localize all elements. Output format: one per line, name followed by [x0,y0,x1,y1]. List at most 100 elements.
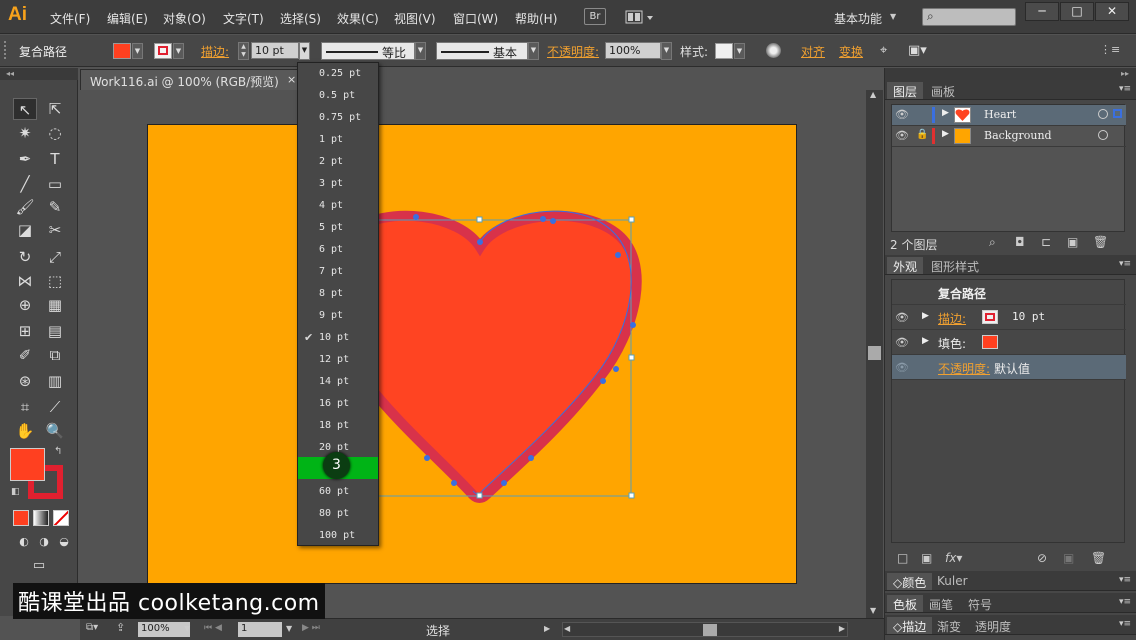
stroke-option[interactable]: 14 pt [298,371,378,393]
line-tool-icon[interactable]: ╱ [13,173,37,195]
expand-arrow-icon[interactable]: ▶ [942,129,949,139]
hand-tool-icon[interactable]: ✋ [13,420,37,442]
magic-wand-tool-icon[interactable]: ✷ [13,122,37,144]
stroke-option[interactable]: 18 pt [298,415,378,437]
opacity-dropdown[interactable]: ▼ [661,42,672,60]
visibility-eye-icon[interactable]: 👁 [895,311,909,324]
graph-tool-icon[interactable]: ▥ [43,370,67,392]
tab-layers[interactable]: 图层 [887,82,924,99]
selection-indicator[interactable] [1113,109,1122,118]
stroke-option[interactable]: 4 pt [298,195,378,217]
stroke-option-highlighted[interactable]: 3 [298,452,378,479]
heart-artwork[interactable] [148,125,798,585]
draw-inside-icon[interactable]: ◒ [52,531,76,553]
tab-appearance[interactable]: 外观 [887,257,924,274]
stroke-weight-dropdown[interactable]: ▼ [299,42,310,60]
artboard-number-field[interactable]: 1 [238,622,282,637]
color-panel-menu-icon[interactable]: ▾≡ [1119,575,1131,585]
stroke-option[interactable]: 2 pt [298,151,378,173]
fill-swatch[interactable] [982,335,998,349]
tab-brushes[interactable]: 画笔 [923,595,959,612]
close-tab-icon[interactable]: × [287,73,296,86]
zoom-field[interactable]: 100% [138,622,190,637]
tab-swatches[interactable]: 色板 [887,595,924,612]
menu-view[interactable]: 视图(V) [394,10,436,27]
layers-panel-menu-icon[interactable]: ▾≡ [1119,84,1131,94]
menu-select[interactable]: 选择(S) [280,10,321,27]
default-colors-icon[interactable]: ◧ [11,487,20,497]
gradient-mode-button[interactable] [33,510,49,526]
menu-object[interactable]: 对象(O) [163,10,206,27]
lasso-tool-icon[interactable]: ◌ [43,122,67,144]
type-tool-icon[interactable]: T [43,148,67,170]
minimize-button[interactable]: ─ [1025,2,1059,21]
arrange-icon[interactable]: ▣▾ [908,43,927,58]
visibility-eye-icon[interactable]: 👁 [895,336,909,349]
target-circle-icon[interactable] [1098,130,1108,140]
stroke-option[interactable]: 12 pt [298,349,378,371]
stroke-option[interactable]: 5 pt [298,217,378,239]
direct-selection-tool-icon[interactable]: ⇱ [43,98,67,120]
zoom-dropdown[interactable]: ▼ [184,624,190,633]
swap-colors-icon[interactable]: ↰ [54,446,62,457]
tab-stroke[interactable]: ◇描边 [887,617,933,634]
stroke-swatch-dropdown[interactable]: ▼ [173,43,184,59]
rotate-tool-icon[interactable]: ↻ [13,246,37,268]
gradient-tool-icon[interactable]: ▤ [43,320,67,342]
expand-arrow-icon[interactable]: ▶ [922,336,929,346]
expand-arrow-icon[interactable]: ▶ [922,311,929,321]
stroke-option[interactable]: 16 pt [298,393,378,415]
pencil-tool-icon[interactable]: ✎ [43,196,67,218]
scale-tool-icon[interactable]: ⤢ [43,246,67,268]
export-icon[interactable]: ⇪ [116,621,125,634]
status-menu-icon[interactable]: ⧉▾ [86,622,98,633]
stroke-option[interactable]: 80 pt [298,503,378,525]
scroll-down-icon[interactable]: ▼ [870,606,876,615]
close-button[interactable]: ✕ [1095,2,1129,21]
clipping-mask-icon[interactable]: ◘ [1015,235,1025,249]
brush-definition[interactable]: 基本 [436,42,528,60]
opacity-label[interactable]: 不透明度: [547,43,599,60]
layer-name[interactable]: Background [984,129,1052,142]
zoom-tool-icon[interactable]: 🔍 [43,420,67,442]
delete-item-icon[interactable]: 🗑 [1091,551,1106,565]
free-transform-tool-icon[interactable]: ⬚ [43,270,67,292]
locate-object-icon[interactable]: ⌕ [989,235,996,250]
tab-symbols[interactable]: 符号 [962,595,998,612]
expand-arrow-icon[interactable]: ▶ [942,108,949,118]
width-tool-icon[interactable]: ⋈ [13,270,37,292]
menu-window[interactable]: 窗口(W) [453,10,498,27]
stroke-option[interactable]: 0.75 pt [298,107,378,129]
appearance-opacity-row[interactable]: 👁 不透明度: 默认值 [892,355,1126,380]
stroke-option[interactable]: 0.5 pt [298,85,378,107]
symbol-sprayer-tool-icon[interactable]: ⊛ [13,370,37,392]
status-dropdown[interactable]: ▶ [544,624,550,633]
tab-artboards[interactable]: 画板 [925,82,961,99]
document-tab[interactable]: Work116.ai @ 100% (RGB/预览) × [80,69,304,90]
stroke-option[interactable]: 0.25 pt [298,63,378,85]
mesh-tool-icon[interactable]: ⊞ [13,320,37,342]
opacity-field[interactable]: 100% [605,42,661,59]
visibility-eye-icon[interactable]: 👁 [895,108,909,121]
paintbrush-tool-icon[interactable]: 🖌 [13,196,37,218]
style-dropdown[interactable]: ▼ [734,43,745,59]
profile-dropdown[interactable]: ▼ [415,42,426,60]
first-artboard-icon[interactable]: ⏮ ◀ [204,623,222,633]
add-effect-icon[interactable]: fx▾ [945,551,962,565]
stroke-option[interactable]: 6 pt [298,239,378,261]
menu-help[interactable]: 帮助(H) [515,10,557,27]
tab-transparency[interactable]: 透明度 [969,617,1017,634]
stroke-swatch[interactable] [982,310,998,324]
swatches-panel-menu-icon[interactable]: ▾≡ [1119,597,1131,607]
workspace-switcher[interactable]: 基本功能 [834,10,882,27]
menu-effect[interactable]: 效果(C) [337,10,379,27]
fill-color-box[interactable] [10,448,45,481]
stroke-option[interactable]: 3 pt [298,173,378,195]
maximize-button[interactable]: □ [1060,2,1094,21]
add-fill-icon[interactable]: ▣ [921,551,932,565]
scroll-right-icon[interactable]: ▶ [839,624,845,633]
fill-dropdown[interactable]: ▼ [132,43,143,59]
stroke-option[interactable]: 8 pt [298,283,378,305]
tab-graphic-styles[interactable]: 图形样式 [925,257,985,274]
pen-tool-icon[interactable]: ✒ [13,148,37,170]
